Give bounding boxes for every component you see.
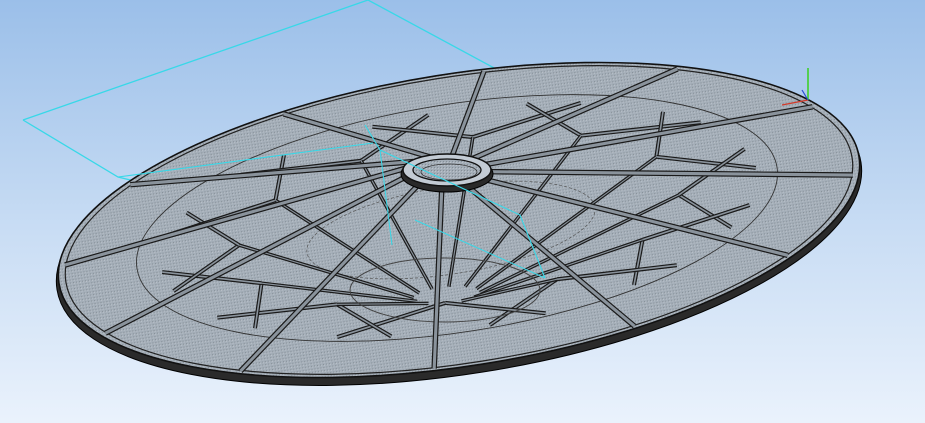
central-hub[interactable]: [400, 153, 494, 193]
model-scene[interactable]: [0, 0, 925, 423]
cad-3d-viewport[interactable]: [0, 0, 925, 423]
